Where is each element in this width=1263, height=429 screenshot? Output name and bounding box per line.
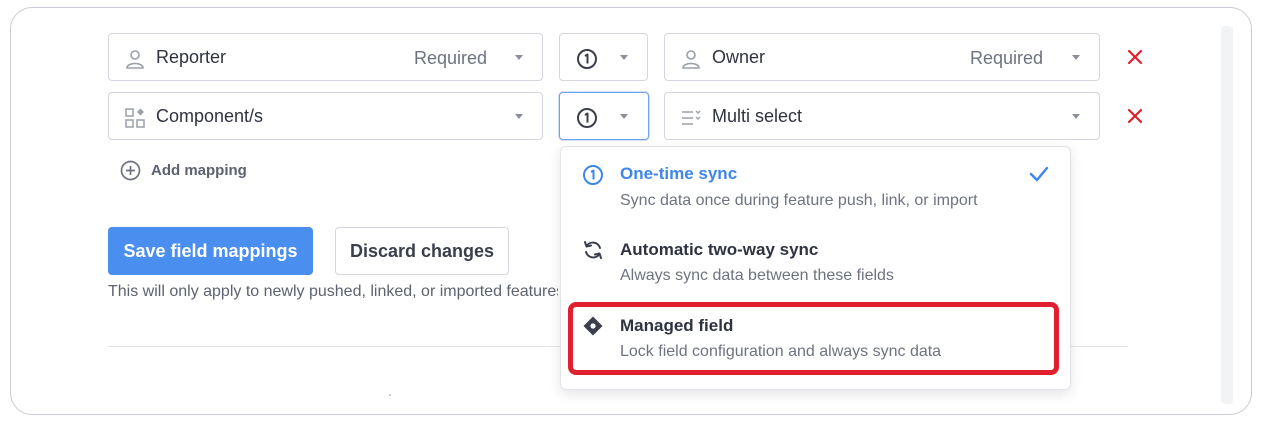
required-badge: Required bbox=[970, 48, 1044, 68]
chevron-down-icon bbox=[515, 55, 523, 60]
save-field-mappings-button[interactable]: Save field mappings bbox=[108, 227, 313, 275]
chevron-down-icon bbox=[1072, 114, 1080, 119]
option-title: Automatic two-way sync bbox=[620, 240, 819, 259]
plus-circle-icon bbox=[120, 160, 141, 180]
hint-text: This will only apply to newly pushed, li… bbox=[108, 283, 558, 300]
add-mapping-button[interactable]: Add mapping bbox=[120, 158, 247, 182]
chevron-down-icon bbox=[1072, 55, 1080, 60]
source-field-label: Component/s bbox=[156, 106, 264, 126]
highlight-box bbox=[568, 302, 1059, 375]
checkmark-icon bbox=[1029, 166, 1049, 182]
sync-mode-select-row-2[interactable] bbox=[559, 92, 649, 140]
two-way-sync-icon bbox=[584, 241, 602, 259]
option-one-time-sync[interactable]: One-time sync Sync data once during feat… bbox=[561, 147, 1070, 227]
chevron-down-icon bbox=[620, 55, 628, 60]
chevron-down-icon bbox=[620, 114, 628, 119]
user-icon bbox=[126, 50, 144, 69]
scrollbar[interactable] bbox=[1221, 26, 1233, 404]
multi-select-list-icon bbox=[682, 110, 701, 125]
target-field-select-owner[interactable]: Owner Required bbox=[664, 33, 1100, 81]
option-automatic-two-way-sync[interactable]: Automatic two-way sync Always sync data … bbox=[561, 227, 1070, 302]
target-field-label: Multi select bbox=[712, 106, 803, 126]
option-description: Sync data once during feature push, link… bbox=[620, 192, 978, 209]
sync-mode-select-row-1[interactable] bbox=[559, 33, 648, 81]
remove-mapping-icon[interactable] bbox=[1125, 106, 1145, 126]
user-icon bbox=[682, 50, 700, 69]
source-field-select-reporter[interactable]: Reporter Required bbox=[108, 33, 543, 81]
required-badge: Required bbox=[414, 48, 488, 68]
one-time-sync-icon bbox=[577, 108, 597, 128]
add-mapping-label: Add mapping bbox=[151, 161, 247, 179]
components-icon bbox=[125, 108, 145, 128]
target-field-label: Owner bbox=[712, 47, 766, 67]
remove-mapping-icon[interactable] bbox=[1125, 47, 1145, 67]
option-title: One-time sync bbox=[620, 164, 738, 183]
target-field-select-multi-select[interactable]: Multi select bbox=[664, 92, 1100, 140]
discard-changes-button[interactable]: Discard changes bbox=[335, 227, 509, 275]
source-field-select-components[interactable]: Component/s bbox=[108, 92, 543, 140]
one-time-sync-icon bbox=[583, 165, 603, 185]
source-field-label: Reporter bbox=[156, 47, 227, 67]
option-description: Always sync data between these fields bbox=[620, 267, 894, 284]
decorative-dot bbox=[389, 394, 391, 396]
one-time-sync-icon bbox=[577, 49, 597, 69]
chevron-down-icon bbox=[515, 114, 523, 119]
